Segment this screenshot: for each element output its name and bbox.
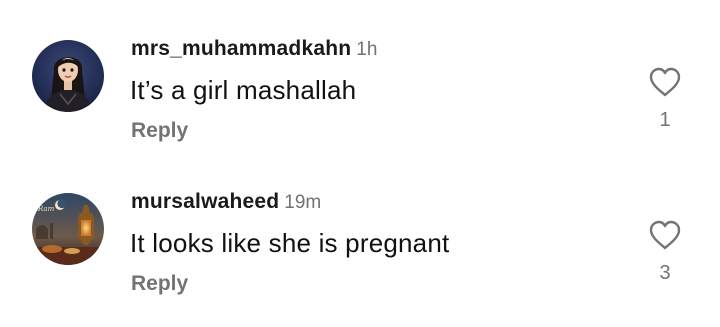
comment-text: It’s a girl mashallah — [130, 75, 357, 105]
username[interactable]: mrs_muhammadkahn — [131, 37, 351, 60]
comment-item: mrs_muhammadkahn 1h It’s a girl mashallah… — [0, 0, 720, 150]
svg-text:Ram: Ram — [37, 205, 55, 213]
like-button[interactable] — [648, 66, 682, 98]
avatar[interactable]: Ram — [32, 193, 104, 265]
like-count: 1 — [659, 109, 671, 131]
comment-item: Ram mursalwaheed 19m It looks like she is… — [0, 153, 720, 303]
comment-text: It looks like she is pregnant — [130, 228, 450, 258]
heart-outline-icon — [649, 67, 681, 97]
timestamp: 19m — [284, 192, 322, 213]
username[interactable]: mursalwaheed — [131, 190, 279, 213]
reply-button[interactable]: Reply — [131, 270, 188, 298]
like-button[interactable] — [648, 219, 682, 251]
avatar[interactable] — [32, 40, 104, 112]
avatar-ramadan-lantern-icon: Ram — [32, 193, 104, 265]
avatar-female-character-icon — [32, 40, 104, 112]
comment-header: mrs_muhammadkahn 1h — [131, 36, 377, 64]
comment-header: mursalwaheed 19m — [131, 189, 321, 217]
heart-outline-icon — [649, 220, 681, 250]
reply-button[interactable]: Reply — [131, 117, 188, 145]
timestamp: 1h — [356, 39, 378, 60]
like-count: 3 — [659, 262, 671, 284]
